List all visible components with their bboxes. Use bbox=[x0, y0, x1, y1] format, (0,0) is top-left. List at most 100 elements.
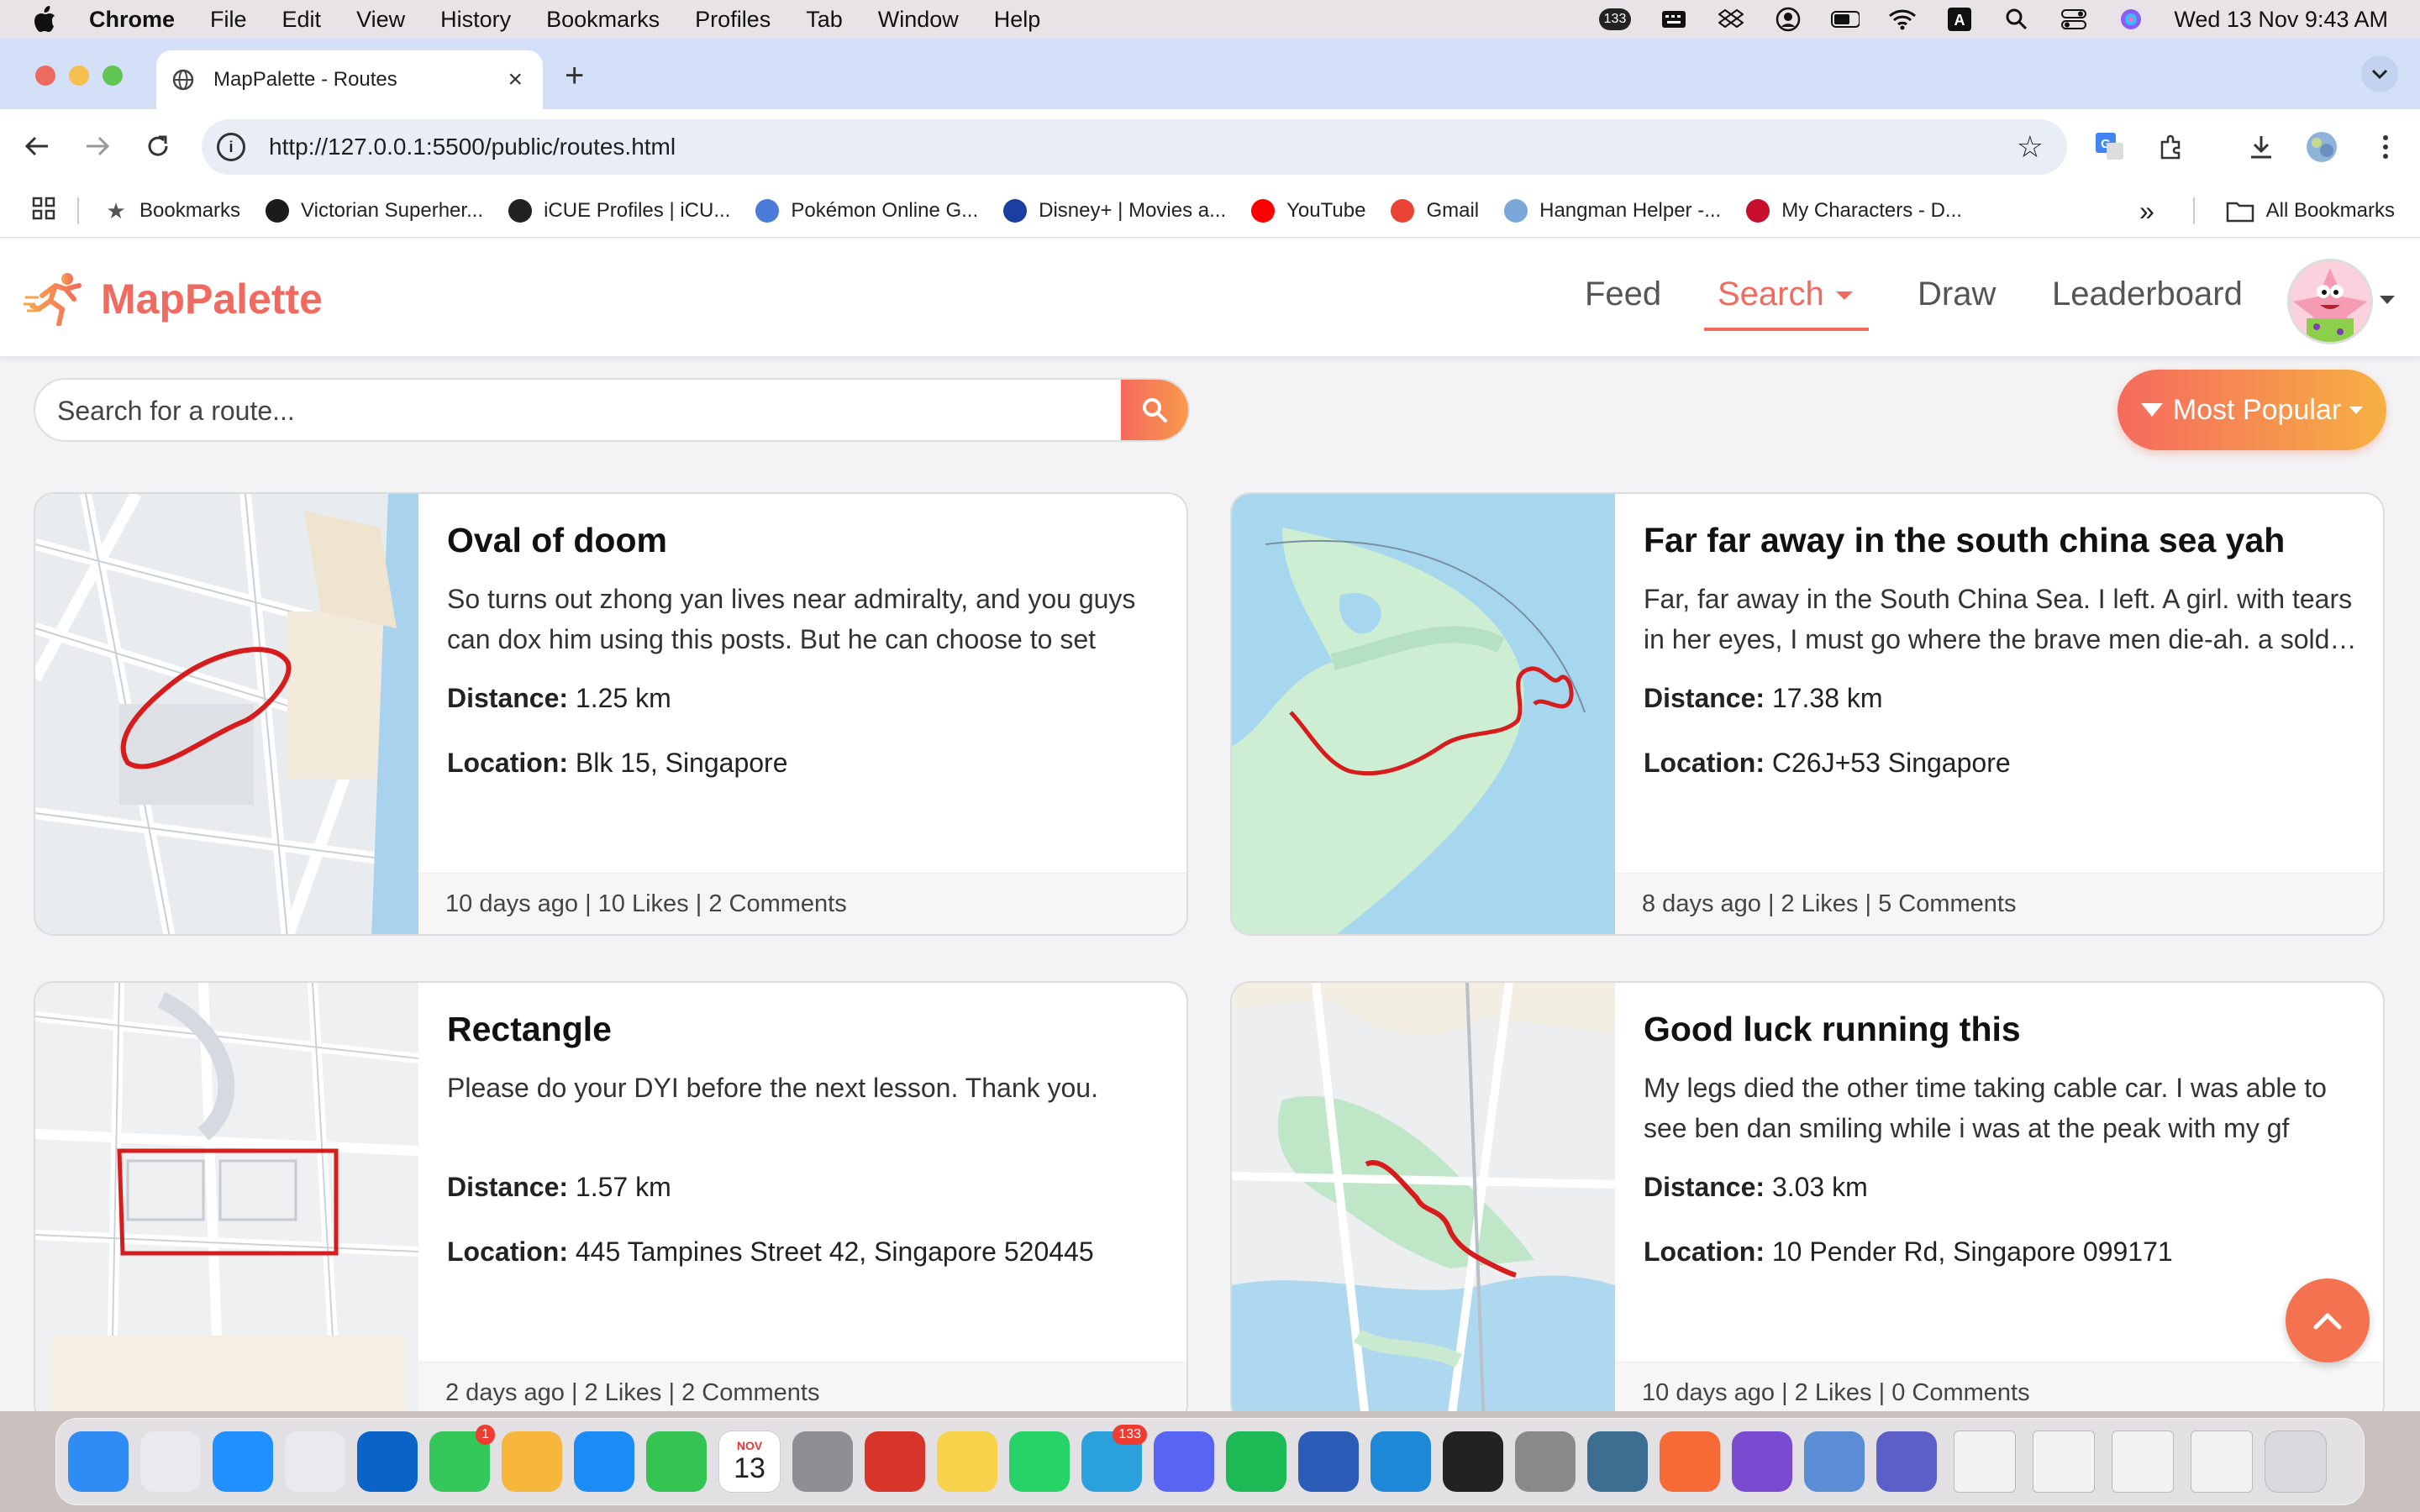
forward-arrow-icon[interactable] bbox=[79, 128, 116, 165]
route-title[interactable]: Oval of doom bbox=[447, 521, 1161, 560]
window-thumb-icon[interactable] bbox=[2112, 1431, 2174, 1493]
user-avatar[interactable] bbox=[2287, 259, 2373, 344]
battery-icon[interactable] bbox=[1831, 7, 1860, 32]
back-arrow-icon[interactable] bbox=[18, 128, 55, 165]
preview-icon[interactable] bbox=[1804, 1431, 1865, 1492]
brand-link[interactable]: MapPalette bbox=[24, 272, 323, 326]
dropbox-icon[interactable] bbox=[1717, 7, 1745, 32]
launchpad-icon[interactable] bbox=[140, 1431, 201, 1492]
nav-search[interactable]: Search bbox=[1718, 276, 1853, 313]
notes-icon[interactable] bbox=[937, 1431, 997, 1492]
spotify-icon[interactable] bbox=[1226, 1431, 1286, 1492]
route-card[interactable]: Far far away in the south china sea yah … bbox=[1230, 492, 2385, 936]
bookmark-item[interactable]: Pokémon Online G... bbox=[755, 199, 978, 223]
nav-leaderboard[interactable]: Leaderboard bbox=[2052, 276, 2243, 313]
discord-icon[interactable] bbox=[1154, 1431, 1214, 1492]
apps-grid-icon[interactable] bbox=[32, 197, 55, 226]
clock[interactable]: Wed 13 Nov 9:43 AM bbox=[2174, 7, 2388, 33]
route-title[interactable]: Good luck running this bbox=[1644, 1010, 2358, 1049]
window-zoom-button[interactable] bbox=[103, 66, 123, 86]
photos-icon[interactable] bbox=[502, 1431, 562, 1492]
chrome-icon[interactable] bbox=[285, 1431, 345, 1492]
menu-file[interactable]: File bbox=[210, 7, 247, 33]
menu-edit[interactable]: Edit bbox=[282, 7, 322, 33]
safari-icon[interactable] bbox=[213, 1431, 273, 1492]
avatar-dropdown-caret-icon[interactable] bbox=[2380, 296, 2395, 304]
menu-window[interactable]: Window bbox=[878, 7, 959, 33]
route-search-input[interactable] bbox=[55, 380, 1134, 440]
trash-icon[interactable] bbox=[2265, 1431, 2327, 1493]
input-source-icon[interactable]: A bbox=[1945, 7, 1974, 32]
route-title[interactable]: Far far away in the south china sea yah bbox=[1644, 521, 2358, 560]
browser-tab[interactable]: MapPalette - Routes × bbox=[156, 50, 543, 109]
search-button[interactable] bbox=[1121, 380, 1188, 440]
word-icon[interactable] bbox=[1298, 1431, 1359, 1492]
download-icon[interactable] bbox=[2244, 129, 2279, 165]
photo-booth-icon[interactable] bbox=[865, 1431, 925, 1492]
menu-history[interactable]: History bbox=[440, 7, 511, 33]
close-tab-icon[interactable]: × bbox=[508, 66, 523, 94]
chrome-menu-icon[interactable] bbox=[2368, 129, 2403, 165]
terminal-icon[interactable] bbox=[1443, 1431, 1503, 1492]
control-center-icon[interactable] bbox=[2060, 7, 2088, 32]
google-translate-icon[interactable]: G bbox=[2092, 129, 2128, 165]
site-info-icon[interactable]: i bbox=[217, 133, 245, 161]
messages-icon[interactable]: 1 bbox=[429, 1425, 495, 1492]
menu-bookmarks[interactable]: Bookmarks bbox=[546, 7, 660, 33]
nav-feed[interactable]: Feed bbox=[1585, 276, 1661, 313]
keyboard-icon[interactable] bbox=[1660, 7, 1688, 32]
teams-icon[interactable] bbox=[1876, 1431, 1937, 1492]
vscode-icon[interactable] bbox=[1370, 1431, 1431, 1492]
menu-tab[interactable]: Tab bbox=[806, 7, 843, 33]
bookmark-item[interactable]: Disney+ | Movies a... bbox=[1003, 199, 1226, 223]
menu-view[interactable]: View bbox=[356, 7, 405, 33]
siri-icon[interactable] bbox=[2117, 7, 2145, 32]
telegram-icon[interactable]: 133 bbox=[1081, 1425, 1147, 1492]
facetime-icon[interactable] bbox=[646, 1431, 707, 1492]
postman-icon[interactable] bbox=[1660, 1431, 1720, 1492]
profile-avatar-icon[interactable] bbox=[2304, 129, 2339, 165]
new-tab-icon[interactable]: + bbox=[565, 57, 584, 95]
route-title[interactable]: Rectangle bbox=[447, 1010, 1161, 1049]
bookmark-item[interactable]: ★ Bookmarks bbox=[104, 198, 240, 223]
tableplus-icon[interactable] bbox=[1515, 1431, 1576, 1492]
menu-help[interactable]: Help bbox=[994, 7, 1041, 33]
window-minimize-button[interactable] bbox=[69, 66, 89, 86]
github-desktop-icon[interactable] bbox=[1732, 1431, 1792, 1492]
calendar-icon[interactable]: NOV 13 bbox=[718, 1431, 781, 1493]
bookmark-item[interactable]: Gmail bbox=[1391, 199, 1479, 223]
notification-count-icon[interactable]: 133 bbox=[1598, 8, 1632, 30]
system-settings-icon[interactable] bbox=[792, 1431, 853, 1492]
app-store-icon[interactable] bbox=[574, 1431, 634, 1492]
bookmark-item[interactable]: Victorian Superher... bbox=[266, 199, 483, 223]
reload-icon[interactable] bbox=[139, 128, 176, 165]
finder-icon[interactable] bbox=[68, 1431, 129, 1492]
window-close-button[interactable] bbox=[35, 66, 55, 86]
wifi-icon[interactable] bbox=[1888, 7, 1917, 32]
url-text[interactable]: http://127.0.0.1:5500/public/routes.html bbox=[269, 134, 676, 160]
extensions-puzzle-icon[interactable] bbox=[2154, 129, 2190, 165]
spotlight-search-icon[interactable] bbox=[2002, 7, 2031, 32]
route-card[interactable]: Rectangle Please do your DYI before the … bbox=[34, 981, 1188, 1411]
tab-search-chevron-icon[interactable] bbox=[2361, 55, 2398, 92]
more-bookmarks-chevron-icon[interactable]: » bbox=[2139, 196, 2154, 227]
scroll-to-top-button[interactable] bbox=[2286, 1278, 2370, 1362]
nav-draw[interactable]: Draw bbox=[1918, 276, 1996, 313]
outlook-icon[interactable] bbox=[357, 1431, 418, 1492]
bookmark-item[interactable]: YouTube bbox=[1251, 199, 1365, 223]
route-card[interactable]: Good luck running this My legs died the … bbox=[1230, 981, 2385, 1411]
bookmark-item[interactable]: My Characters - D... bbox=[1746, 199, 1962, 223]
user-account-icon[interactable] bbox=[1774, 7, 1802, 32]
mysql-workbench-icon[interactable] bbox=[1587, 1431, 1648, 1492]
window-thumb-icon[interactable] bbox=[1954, 1431, 2016, 1493]
window-thumb-icon[interactable] bbox=[2191, 1431, 2253, 1493]
app-menu-chrome[interactable]: Chrome bbox=[89, 7, 175, 33]
bookmark-item[interactable]: iCUE Profiles | iCU... bbox=[508, 199, 730, 223]
apple-menu-icon[interactable] bbox=[32, 5, 57, 34]
whatsapp-icon[interactable] bbox=[1009, 1431, 1070, 1492]
menu-profiles[interactable]: Profiles bbox=[695, 7, 771, 33]
address-bar[interactable]: i http://127.0.0.1:5500/public/routes.ht… bbox=[202, 119, 2067, 175]
sort-dropdown-button[interactable]: Most Popular bbox=[2118, 370, 2386, 450]
bookmark-star-icon[interactable]: ☆ bbox=[2017, 129, 2044, 165]
window-thumb-icon[interactable] bbox=[2033, 1431, 2095, 1493]
